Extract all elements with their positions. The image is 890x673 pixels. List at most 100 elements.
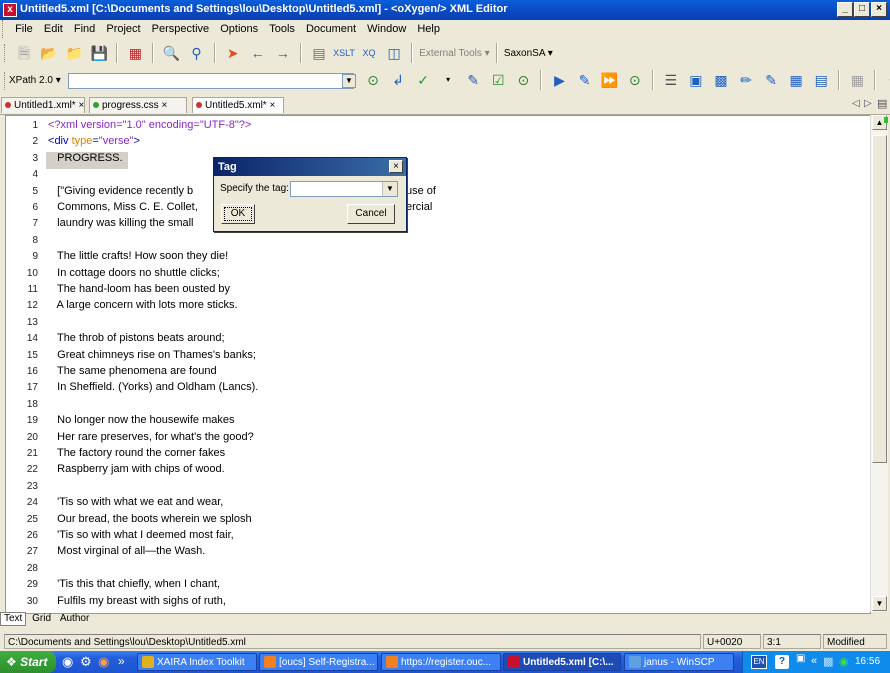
quicklaunch-firefox-icon[interactable]: ◉	[98, 654, 109, 670]
generate-docs-icon[interactable]: ▦	[785, 69, 807, 91]
taskbar-task[interactable]: [oucs] Self-Registra...	[259, 653, 378, 671]
restore-icon[interactable]: ▣	[796, 653, 805, 664]
code-line: ["Giving evidence recently b	[48, 184, 194, 197]
dialog-title-bar[interactable]: Tag	[214, 158, 406, 176]
back-arrow-icon[interactable]: ←	[247, 42, 269, 64]
open-folder-icon[interactable]: 📂	[38, 42, 60, 64]
outline-icon[interactable]: ▤	[308, 42, 330, 64]
transform-with-icon[interactable]: ⏩	[599, 69, 621, 91]
configure-validation-icon[interactable]: ✎	[462, 69, 484, 91]
apply-transformation-icon[interactable]: ▶	[549, 69, 571, 91]
menu-tools[interactable]: Tools	[265, 20, 299, 39]
tab-progress-css[interactable]: progress.css ×	[89, 97, 187, 113]
editor-tabs: Untitled1.xml* × progress.css × Untitled…	[0, 96, 890, 115]
tab-close-icon[interactable]: ×	[269, 100, 275, 111]
line-number: 12	[26, 300, 38, 312]
menu-project[interactable]: Project	[102, 20, 144, 39]
mode-author[interactable]: Author	[57, 613, 92, 625]
maximize-button[interactable]: □	[854, 2, 870, 17]
menu-file[interactable]: File	[11, 20, 37, 39]
tab-scroll-right-icon[interactable]: ▷	[864, 98, 872, 109]
taskbar-task[interactable]: Untitled5.xml [C:\...	[503, 653, 621, 671]
close-button[interactable]: ×	[871, 2, 887, 17]
svg-viewer-icon[interactable]: ▦	[846, 69, 868, 91]
xpath-toolbar: XPath 2.0 ▾ ▼ ⊙ ↲ ✓ ▾ ✎ ☑ ⊙ ▶ ✎ ⏩ ⊙ ☰ ▣ …	[0, 67, 890, 94]
chevron-down-icon[interactable]: ▼	[382, 182, 397, 196]
scroll-down-button[interactable]: ▼	[872, 596, 887, 611]
transformer-dropdown[interactable]: SaxonSA ▾	[504, 48, 553, 59]
status-file-path: C:\Documents and Settings\lou\Desktop\Un…	[4, 634, 701, 649]
xpath-version-dropdown[interactable]: XPath 2.0 ▾	[9, 75, 61, 86]
menu-document[interactable]: Document	[302, 20, 360, 39]
xpath-settings-icon[interactable]: ⊙	[362, 69, 384, 91]
xquery-debugger-icon[interactable]: XQ	[358, 42, 380, 64]
edit-tag-icon[interactable]: ✏	[735, 69, 757, 91]
language-indicator[interactable]: EN	[751, 655, 767, 669]
xpath-input[interactable]	[68, 73, 354, 89]
taskbar-task[interactable]: XAIRA Index Toolkit	[137, 653, 257, 671]
menu-find[interactable]: Find	[70, 20, 99, 39]
toolbar-separator	[651, 70, 654, 90]
ok-button[interactable]: OK	[221, 204, 255, 224]
forward-arrow-icon[interactable]: →	[272, 42, 294, 64]
undo-back-icon[interactable]: ➤	[222, 42, 244, 64]
status-tray-icon[interactable]: ◉	[839, 655, 849, 668]
tag-combobox[interactable]: ▼	[290, 181, 398, 197]
xpath-history-dropdown[interactable]: ▼	[342, 74, 356, 88]
format-indent-icon[interactable]: ↲	[387, 69, 409, 91]
schema-docs-icon[interactable]: ▤	[810, 69, 832, 91]
find-in-files-icon[interactable]: ⚲	[186, 42, 208, 64]
mode-grid[interactable]: Grid	[29, 613, 54, 625]
app-icon	[508, 656, 520, 669]
text-editor[interactable]: 1 2 3 4 5 6 7 8 9 10 11 12 13 14 15 16 17 18 19 20 21 22 23 24 2…	[5, 115, 871, 614]
tag-name: div	[54, 135, 69, 148]
edit-attributes-icon[interactable]: ✎	[760, 69, 782, 91]
tab-close-icon[interactable]: ×	[161, 100, 167, 111]
tray-expand-icon[interactable]: «	[811, 655, 817, 667]
tab-untitled1[interactable]: Untitled1.xml* ×	[1, 97, 85, 113]
save-icon[interactable]: 💾	[88, 42, 110, 64]
tab-close-icon[interactable]: ×	[78, 100, 84, 111]
menu-window[interactable]: Window	[363, 20, 410, 39]
format-document-icon[interactable]: ☰	[660, 69, 682, 91]
open-url-icon[interactable]: 📁	[63, 42, 85, 64]
scroll-thumb[interactable]	[872, 135, 887, 463]
tree-editor-icon[interactable]: ◫	[383, 42, 405, 64]
taskbar-task[interactable]: janus - WinSCP	[624, 653, 734, 671]
dialog-close-button[interactable]: ×	[389, 160, 403, 173]
mode-text[interactable]: Text	[0, 612, 27, 626]
tab-list-icon[interactable]: ▤	[877, 97, 887, 110]
validate-icon[interactable]: ✓	[412, 69, 434, 91]
validate-dropdown-icon[interactable]: ▾	[437, 69, 459, 91]
menu-options[interactable]: Options	[216, 20, 262, 39]
quicklaunch-ie-icon[interactable]: ◉	[62, 654, 73, 670]
help-icon[interactable]: ?	[775, 655, 789, 669]
cancel-button[interactable]: Cancel	[347, 204, 395, 224]
quicklaunch-more-icon[interactable]: »	[118, 654, 125, 668]
tab-untitled5[interactable]: Untitled5.xml* ×	[192, 97, 284, 113]
new-file-icon[interactable]: 🗎	[13, 42, 35, 64]
transformation-settings-icon[interactable]: ⊙	[624, 69, 646, 91]
pin-icon[interactable]: ✦	[882, 69, 890, 91]
menu-edit[interactable]: Edit	[40, 20, 67, 39]
schema-icon[interactable]: ▣	[685, 69, 707, 91]
validate-with-icon[interactable]: ☑	[487, 69, 509, 91]
network-icon[interactable]: ▩	[823, 655, 833, 668]
quicklaunch-settings-icon[interactable]: ⚙	[80, 654, 92, 670]
xslt-debugger-icon[interactable]: XSLT	[333, 42, 355, 64]
menu-perspective[interactable]: Perspective	[148, 20, 213, 39]
menu-help[interactable]: Help	[413, 20, 444, 39]
tab-scroll-left-icon[interactable]: ◁	[852, 98, 860, 109]
print-icon[interactable]: ▦	[124, 42, 146, 64]
external-tools-dropdown[interactable]: External Tools ▾	[419, 48, 489, 59]
start-button[interactable]: ❖ Start	[0, 651, 56, 673]
find-icon[interactable]: 🔍	[161, 42, 183, 64]
minimize-button[interactable]: _	[837, 2, 853, 17]
taskbar-task[interactable]: https://register.ouc...	[381, 653, 501, 671]
vertical-scrollbar[interactable]: ▲ ▼	[870, 115, 888, 612]
associate-schema-icon[interactable]: ▩	[710, 69, 732, 91]
code-line-fragment: ercial	[406, 201, 433, 213]
clock: 16:56	[855, 656, 881, 667]
configure-transformation-icon[interactable]: ✎	[574, 69, 596, 91]
validation-settings-icon[interactable]: ⊙	[512, 69, 534, 91]
